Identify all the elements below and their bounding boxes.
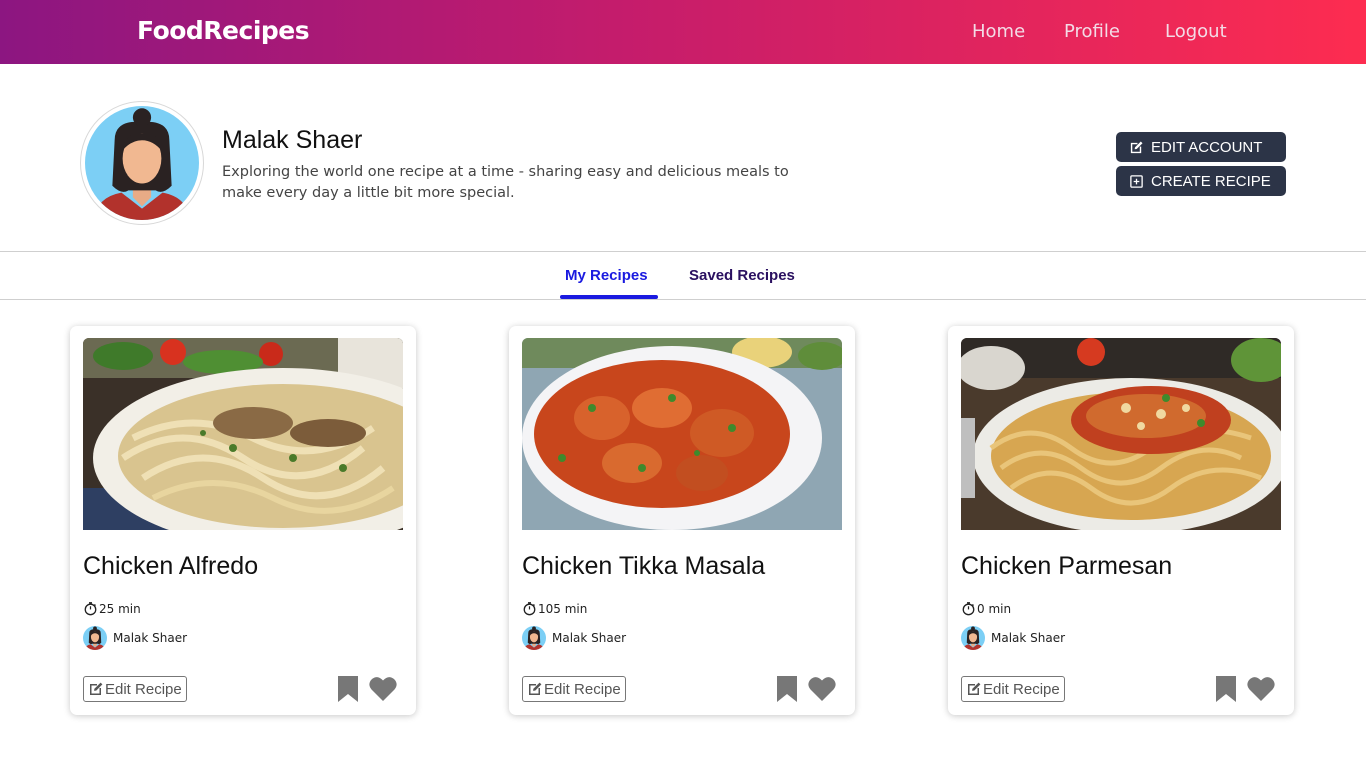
edit-icon — [966, 681, 982, 697]
navbar: FoodRecipes Home Profile Logout — [0, 0, 1366, 64]
nav-home-link[interactable]: Home — [972, 21, 1025, 42]
tab-saved-recipes[interactable]: Saved Recipes — [689, 267, 795, 284]
bookmark-icon[interactable] — [1216, 676, 1236, 702]
edit-recipe-button[interactable]: Edit Recipe — [83, 676, 187, 702]
recipe-title[interactable]: Chicken Alfredo — [83, 552, 258, 581]
bookmark-icon[interactable] — [777, 676, 797, 702]
recipe-image-alfredo — [83, 338, 403, 530]
profile-name: Malak Shaer — [222, 126, 363, 154]
recipe-image-parmesan — [961, 338, 1281, 530]
recipe-image-tikka — [522, 338, 842, 530]
recipe-author[interactable]: Malak Shaer — [83, 626, 187, 650]
author-name: Malak Shaer — [552, 631, 627, 645]
edit-recipe-label: Edit Recipe — [544, 680, 621, 698]
recipe-title[interactable]: Chicken Tikka Masala — [522, 552, 765, 581]
stopwatch-icon — [522, 601, 537, 616]
author-avatar — [522, 626, 546, 650]
edit-recipe-button[interactable]: Edit Recipe — [961, 676, 1065, 702]
profile-bio: Exploring the world one recipe at a time… — [222, 164, 789, 201]
recipe-card[interactable]: Chicken Parmesan 0 min Malak Shaer Edit … — [948, 326, 1294, 715]
edit-recipe-label: Edit Recipe — [983, 680, 1060, 698]
recipe-card[interactable]: Chicken Tikka Masala 105 min Malak Shaer… — [509, 326, 855, 715]
edit-icon — [527, 681, 543, 697]
recipe-author[interactable]: Malak Shaer — [961, 626, 1065, 650]
tab-my-recipes[interactable]: My Recipes — [565, 267, 648, 284]
recipe-image[interactable] — [961, 338, 1281, 530]
edit-recipe-label: Edit Recipe — [105, 680, 182, 698]
recipe-title[interactable]: Chicken Parmesan — [961, 552, 1172, 581]
heart-icon[interactable] — [369, 676, 397, 701]
tabs-bar: My Recipes Saved Recipes — [0, 251, 1366, 300]
recipe-time: 105 min — [522, 601, 587, 616]
recipe-time-label: 0 min — [977, 601, 1012, 616]
bookmark-icon[interactable] — [338, 676, 358, 702]
edit-recipe-button[interactable]: Edit Recipe — [522, 676, 626, 702]
edit-account-label: EDIT ACCOUNT — [1151, 138, 1263, 156]
profile-avatar — [80, 101, 204, 225]
nav-logout-link[interactable]: Logout — [1165, 21, 1227, 42]
recipe-card[interactable]: Chicken Alfredo 25 min Malak Shaer Edit … — [70, 326, 416, 715]
brand-logo[interactable]: FoodRecipes — [137, 16, 310, 45]
create-recipe-label: CREATE RECIPE — [1151, 172, 1271, 190]
heart-icon[interactable] — [1247, 676, 1275, 701]
edit-account-button[interactable]: EDIT ACCOUNT — [1116, 132, 1286, 162]
author-avatar — [961, 626, 985, 650]
recipe-time-label: 105 min — [538, 601, 588, 616]
recipe-image[interactable] — [522, 338, 842, 530]
recipe-time-label: 25 min — [99, 601, 141, 616]
edit-icon — [88, 681, 104, 697]
heart-icon[interactable] — [808, 676, 836, 701]
nav-profile-link[interactable]: Profile — [1064, 21, 1120, 42]
author-name: Malak Shaer — [113, 631, 188, 645]
recipe-author[interactable]: Malak Shaer — [522, 626, 626, 650]
stopwatch-icon — [961, 601, 976, 616]
active-tab-indicator — [560, 295, 658, 299]
author-name: Malak Shaer — [991, 631, 1066, 645]
edit-icon — [1129, 140, 1144, 155]
plus-square-icon — [1130, 174, 1143, 188]
recipe-time: 0 min — [961, 601, 1011, 616]
stopwatch-icon — [83, 601, 98, 616]
recipe-time: 25 min — [83, 601, 141, 616]
author-avatar — [83, 626, 107, 650]
recipe-image[interactable] — [83, 338, 403, 530]
create-recipe-button[interactable]: CREATE RECIPE — [1116, 166, 1286, 196]
avatar-image — [85, 106, 199, 220]
